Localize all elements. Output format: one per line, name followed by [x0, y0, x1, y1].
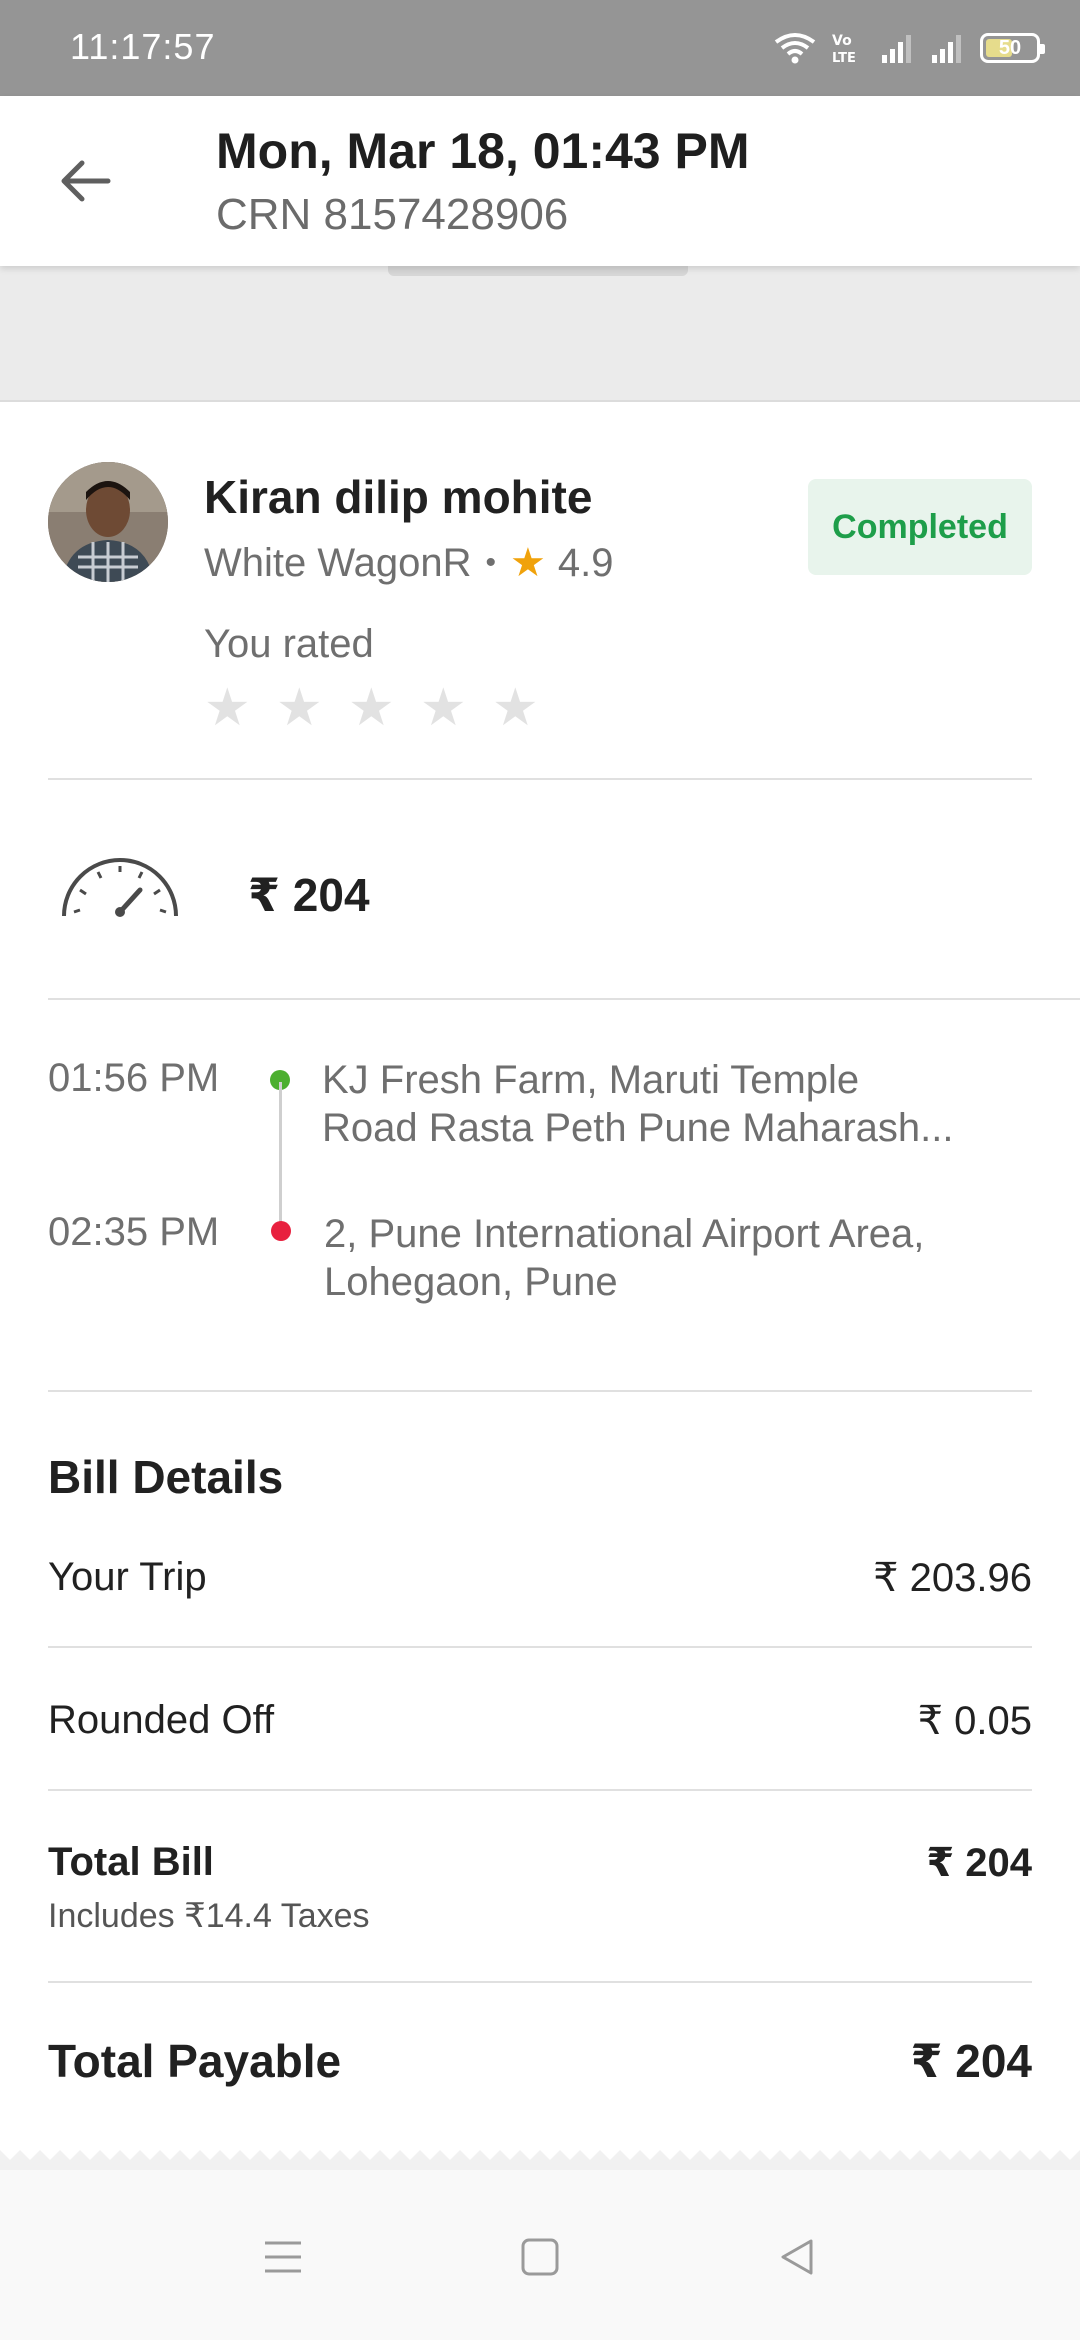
receipt-zigzag-edge	[0, 2150, 1080, 2170]
divider	[48, 1981, 1032, 1983]
total-payable-label: Total Payable	[48, 2035, 342, 2087]
nav-menu-button[interactable]	[248, 2222, 318, 2292]
divider	[48, 1646, 1032, 1648]
pickup-address-line2: Road Rasta Peth Pune Maharash...	[322, 1106, 954, 1150]
battery-icon: 50	[980, 33, 1045, 63]
triangle-back-icon	[781, 2239, 813, 2275]
map-handle	[388, 266, 688, 276]
star-icon: ★	[510, 541, 546, 585]
divider	[48, 778, 1032, 780]
status-bar: 11:17:57 Vo LTE 50	[0, 0, 1080, 96]
drop-dot-icon	[271, 1221, 291, 1241]
bill-row-value: ₹ 203.96	[873, 1556, 1032, 1600]
crn-number: CRN 8157428906	[216, 190, 569, 239]
pickup-time: 01:56 PM	[48, 1056, 220, 1100]
separator-dot: •	[485, 546, 497, 579]
signal-1-icon	[882, 35, 911, 63]
arrow-left-icon	[61, 160, 111, 202]
rating-star-icon[interactable]: ★	[204, 678, 251, 738]
rating-star-icon[interactable]: ★	[348, 678, 395, 738]
signal-2-icon	[932, 35, 961, 63]
back-button[interactable]	[50, 146, 120, 216]
svg-text:Vo: Vo	[832, 33, 852, 49]
rating-star-icon[interactable]: ★	[276, 678, 323, 738]
map-area	[0, 266, 1080, 402]
car-info: White WagonR • ★ 4.9	[204, 540, 613, 586]
total-payable-value: ₹ 204	[910, 2035, 1032, 2087]
wifi-icon	[774, 33, 816, 64]
drop-address-line1: 2, Pune International Airport Area,	[324, 1212, 925, 1256]
bill-row-label: Rounded Off	[48, 1698, 275, 1742]
battery-level: 50	[998, 37, 1022, 59]
divider	[48, 998, 1080, 1000]
taxes-note: Includes ₹14.4 Taxes	[48, 1897, 370, 1935]
nav-home-button[interactable]	[505, 2222, 575, 2292]
status-time: 11:17:57	[70, 26, 216, 67]
system-nav-bar	[0, 2170, 1080, 2340]
driver-name: Kiran dilip mohite	[204, 471, 593, 523]
svg-text:LTE: LTE	[832, 51, 856, 66]
square-icon	[521, 2238, 559, 2276]
car-model: White WagonR	[204, 540, 472, 585]
status-badge: Completed	[808, 479, 1032, 575]
ride-datetime: Mon, Mar 18, 01:43 PM	[216, 123, 750, 179]
driver-avatar	[48, 462, 168, 582]
bill-row-value: ₹ 0.05	[917, 1699, 1032, 1743]
user-rating-stars[interactable]: ★ ★ ★ ★ ★	[204, 678, 539, 738]
you-rated-label: You rated	[204, 622, 374, 666]
pickup-address-line1: KJ Fresh Farm, Maruti Temple	[322, 1058, 860, 1102]
volte-icon: Vo LTE	[832, 33, 856, 66]
rating-star-icon[interactable]: ★	[420, 678, 467, 738]
driver-rating: 4.9	[557, 540, 614, 585]
drop-address: 2, Pune International Airport Area, Lohe…	[324, 1210, 1044, 1306]
status-icons: Vo LTE 50	[774, 28, 1045, 68]
bill-heading: Bill Details	[48, 1451, 284, 1503]
fare-amount: ₹ 204	[248, 869, 370, 921]
menu-icon	[265, 2241, 301, 2273]
drop-time: 02:35 PM	[48, 1210, 220, 1254]
nav-back-button[interactable]	[762, 2222, 832, 2292]
total-bill-label: Total Bill	[48, 1840, 214, 1884]
drop-address-line2: Lohegaon, Pune	[324, 1260, 618, 1304]
bill-row-label: Your Trip	[48, 1555, 207, 1599]
divider	[48, 1789, 1032, 1791]
speedometer-icon	[60, 850, 180, 925]
divider	[48, 1390, 1032, 1392]
pickup-address: KJ Fresh Farm, Maruti Temple Road Rasta …	[322, 1056, 1042, 1152]
total-bill-value: ₹ 204	[926, 1841, 1032, 1885]
route-line	[279, 1082, 282, 1230]
rating-star-icon[interactable]: ★	[492, 678, 539, 738]
app-header: Mon, Mar 18, 01:43 PM CRN 8157428906	[0, 96, 1080, 266]
